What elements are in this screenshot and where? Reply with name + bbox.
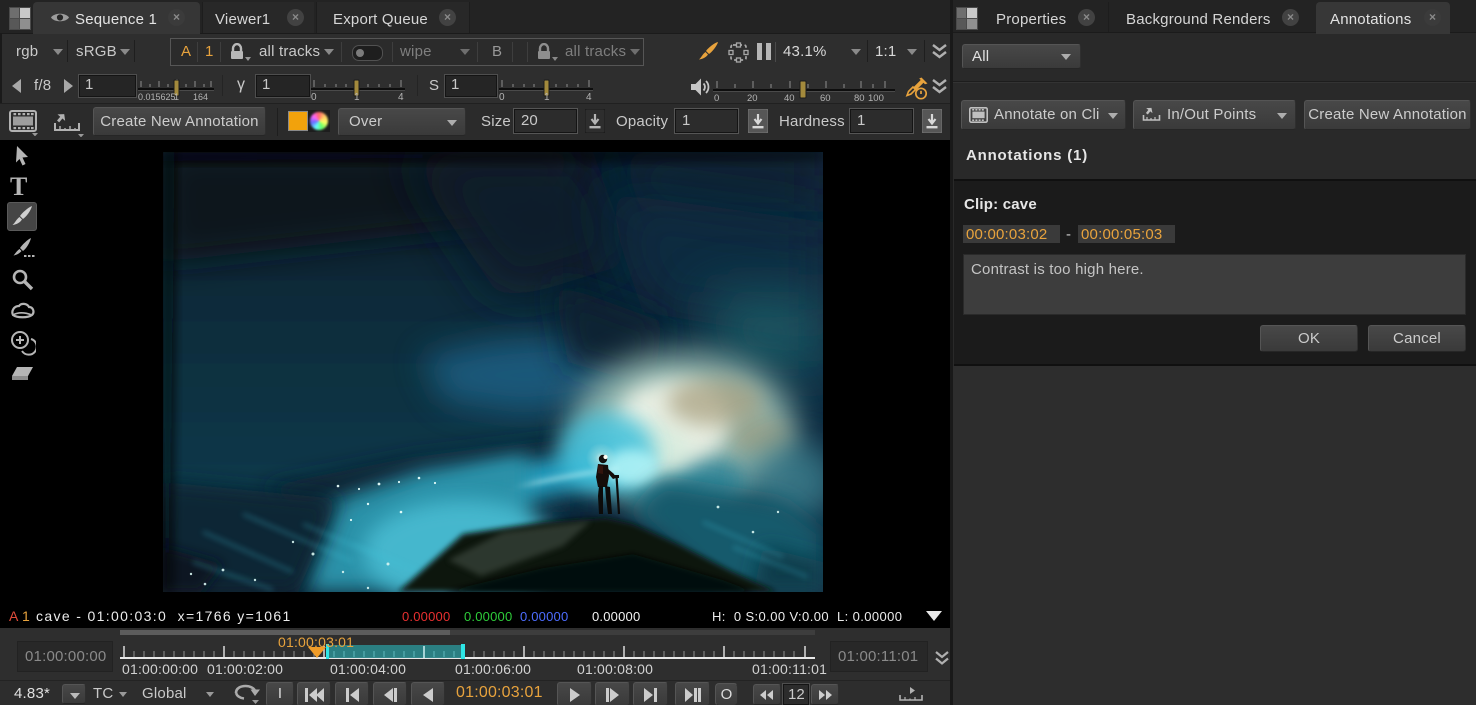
svg-text:164: 164 bbox=[193, 92, 208, 102]
svg-text:20: 20 bbox=[747, 93, 758, 103]
svg-text:1: 1 bbox=[174, 92, 179, 102]
svg-text:0: 0 bbox=[499, 92, 505, 102]
svg-text:40: 40 bbox=[784, 93, 795, 103]
svg-text:4: 4 bbox=[586, 92, 592, 102]
svg-text:1: 1 bbox=[354, 92, 360, 102]
svg-text:0.015625: 0.015625 bbox=[138, 92, 176, 102]
svg-text:1: 1 bbox=[544, 92, 550, 102]
svg-text:4: 4 bbox=[398, 92, 404, 102]
svg-text:100: 100 bbox=[868, 93, 884, 103]
svg-text:0: 0 bbox=[311, 92, 317, 102]
svg-text:0: 0 bbox=[714, 93, 719, 103]
svg-text:60: 60 bbox=[820, 93, 831, 103]
svg-text:80: 80 bbox=[854, 93, 865, 103]
